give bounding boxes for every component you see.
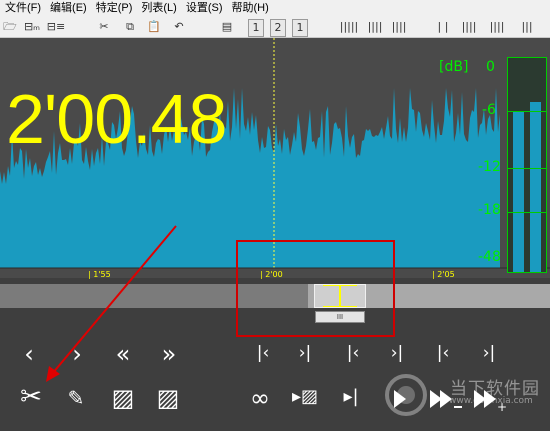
watermark-logo <box>385 374 427 416</box>
rewind-button[interactable]: « <box>110 340 136 368</box>
cut-button[interactable]: ✂ <box>15 382 47 412</box>
fade-in-button[interactable]: ▨ <box>110 384 136 412</box>
skip-start-button[interactable]: |‹ <box>432 343 454 363</box>
fast-forward-button[interactable]: » <box>156 340 182 368</box>
next-button[interactable]: › <box>66 340 88 368</box>
loop-button[interactable]: ∞ <box>246 384 274 412</box>
edit-pencil-button[interactable]: ✎ <box>64 386 88 410</box>
goto-start-button[interactable]: |‹ <box>342 343 364 363</box>
play-to-end-button[interactable]: ▸| <box>340 386 362 407</box>
goto-end-button[interactable]: ›| <box>386 343 408 363</box>
prev-button[interactable]: ‹ <box>18 340 40 368</box>
fade-out-button[interactable]: ▨ <box>155 384 181 412</box>
skip-end-button[interactable]: ›| <box>478 343 500 363</box>
minus-icon <box>454 406 462 408</box>
mark-start-button[interactable]: |‹ <box>252 343 274 363</box>
play-selection-button[interactable]: ▸▨ <box>288 386 322 407</box>
watermark-url: www.downxia.com <box>449 396 533 406</box>
mark-end-button[interactable]: ›| <box>294 343 316 363</box>
